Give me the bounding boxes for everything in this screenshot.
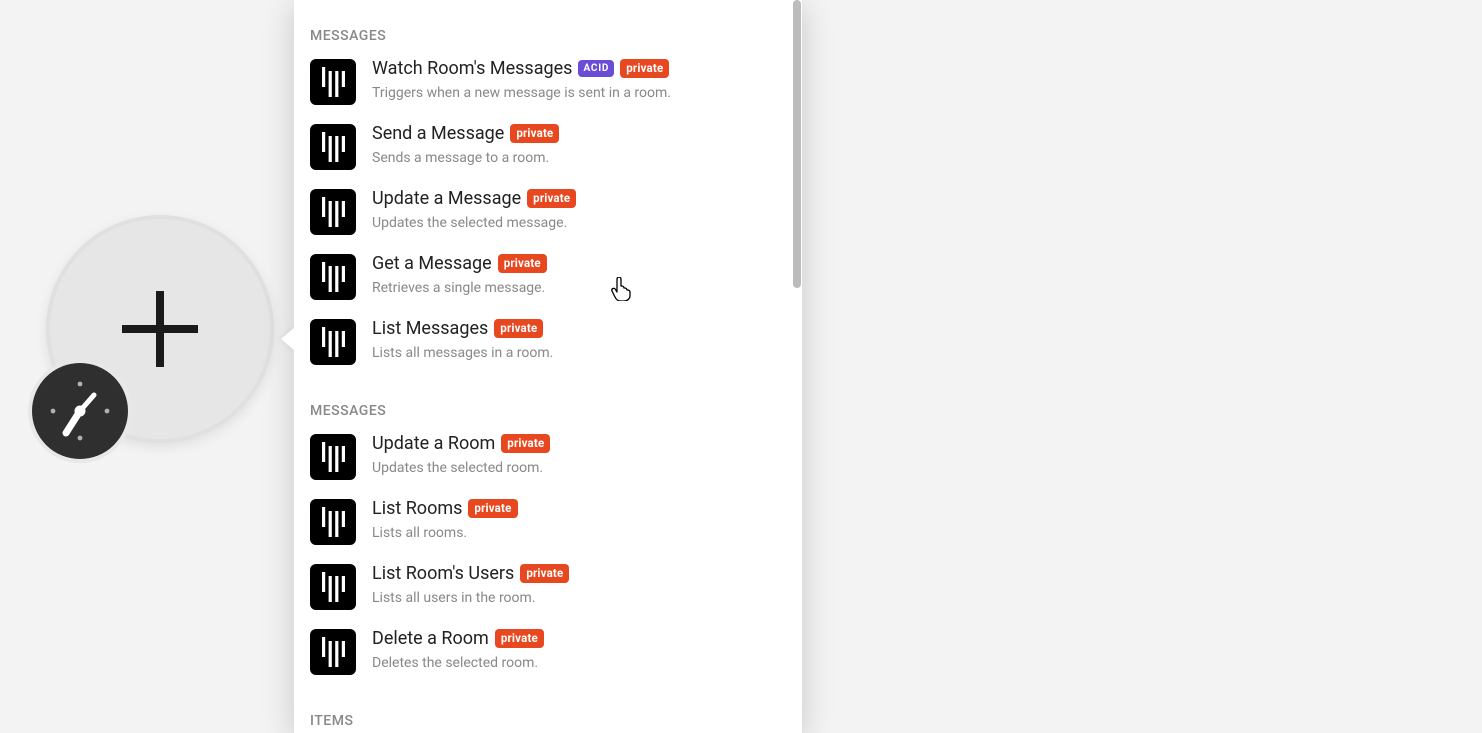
item-title: List Messages	[372, 316, 488, 341]
item-title: List Rooms	[372, 496, 462, 521]
item-title: Delete a Room	[372, 626, 489, 651]
item-desc: Sends a message to a room.	[372, 149, 782, 169]
item-title: Update a Message	[372, 186, 521, 211]
module-item[interactable]: List Room's Users private Lists all users…	[294, 555, 798, 620]
module-item[interactable]: Update a Room private Updates the selecte…	[294, 425, 798, 490]
item-desc: Lists all messages in a room.	[372, 344, 782, 364]
gitter-icon	[310, 319, 356, 365]
module-item[interactable]: Get a Message private Retrieves a single …	[294, 245, 798, 310]
item-title: Send a Message	[372, 121, 504, 146]
module-item[interactable]: List Rooms private Lists all rooms.	[294, 490, 798, 555]
item-desc: Retrieves a single message.	[372, 279, 782, 299]
private-badge: private	[495, 629, 544, 648]
gitter-icon	[310, 434, 356, 480]
gitter-icon	[310, 254, 356, 300]
clock-badge[interactable]	[28, 359, 132, 463]
private-badge: private	[510, 124, 559, 143]
item-desc: Triggers when a new message is sent in a…	[372, 84, 782, 104]
module-item[interactable]: Update a Message private Updates the sele…	[294, 180, 798, 245]
gitter-icon	[310, 124, 356, 170]
panel-scrollbar[interactable]	[792, 0, 802, 733]
section-header: MESSAGES	[294, 375, 798, 425]
panel-scroll-viewport: MESSAGES Watch Room's Messages ACID priv…	[294, 0, 802, 733]
acid-badge: ACID	[578, 60, 614, 77]
section-header: ITEMS	[294, 685, 798, 733]
module-item[interactable]: List Messages private Lists all messages …	[294, 310, 798, 375]
private-badge: private	[527, 189, 576, 208]
item-desc: Deletes the selected room.	[372, 654, 782, 674]
module-item[interactable]: Delete a Room private Deletes the selecte…	[294, 620, 798, 685]
module-node[interactable]	[40, 215, 278, 453]
private-badge: private	[494, 319, 543, 338]
clock-icon	[44, 375, 116, 447]
private-badge: private	[520, 564, 569, 583]
panel-arrow	[281, 327, 295, 351]
gitter-icon	[310, 564, 356, 610]
module-item[interactable]: Watch Room's Messages ACID private Trigg…	[294, 50, 798, 115]
private-badge: private	[620, 59, 669, 78]
item-desc: Updates the selected message.	[372, 214, 782, 234]
gitter-icon	[310, 629, 356, 675]
item-desc: Lists all rooms.	[372, 524, 782, 544]
item-desc: Lists all users in the room.	[372, 589, 782, 609]
module-picker-panel: MESSAGES Watch Room's Messages ACID priv…	[294, 0, 802, 733]
item-title: List Room's Users	[372, 561, 514, 586]
gitter-icon	[310, 189, 356, 235]
item-title: Get a Message	[372, 251, 492, 276]
private-badge: private	[468, 499, 517, 518]
item-desc: Updates the selected room.	[372, 459, 782, 479]
section-header: MESSAGES	[294, 0, 798, 50]
private-badge: private	[501, 434, 550, 453]
gitter-icon	[310, 499, 356, 545]
private-badge: private	[498, 254, 547, 273]
panel-scrollbar-thumb[interactable]	[793, 0, 801, 288]
item-title: Watch Room's Messages	[372, 56, 572, 81]
module-item[interactable]: Send a Message private Sends a message to…	[294, 115, 798, 180]
plus-icon	[118, 287, 202, 371]
item-title: Update a Room	[372, 431, 495, 456]
gitter-icon	[310, 59, 356, 105]
